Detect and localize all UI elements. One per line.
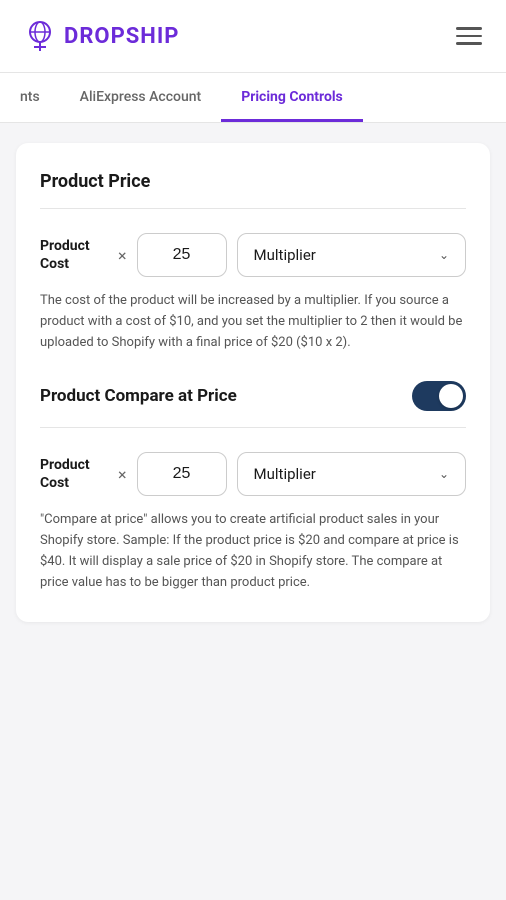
chevron-down-icon-1: ⌄ xyxy=(439,248,449,262)
product-cost-label-1: Product Cost xyxy=(40,237,108,273)
logo-icon xyxy=(20,16,60,56)
app-header: DROPSHIP xyxy=(0,0,506,73)
toggle-thumb xyxy=(439,384,463,408)
compare-price-row: Product Cost × Multiplier ⌄ xyxy=(40,452,466,496)
logo-text: DROPSHIP xyxy=(64,24,179,49)
product-cost-input-1[interactable] xyxy=(137,233,227,277)
multiply-icon-1: × xyxy=(118,246,127,265)
tabs-bar: nts AliExpress Account Pricing Controls xyxy=(0,73,506,123)
multiplier-dropdown-2[interactable]: Multiplier ⌄ xyxy=(237,452,466,496)
multiply-icon-2: × xyxy=(118,465,127,484)
logo: DROPSHIP xyxy=(20,16,179,56)
main-content: Product Price Product Cost × Multiplier … xyxy=(0,123,506,642)
multiplier-label-1: Multiplier xyxy=(254,246,316,264)
compare-cost-input[interactable] xyxy=(137,452,227,496)
compare-price-description: "Compare at price" allows you to create … xyxy=(40,510,466,593)
tab-payments[interactable]: nts xyxy=(0,73,60,122)
multiplier-label-2: Multiplier xyxy=(254,465,316,483)
multiplier-dropdown-1[interactable]: Multiplier ⌄ xyxy=(237,233,466,277)
pricing-card: Product Price Product Cost × Multiplier … xyxy=(16,143,490,622)
compare-price-header: Product Compare at Price xyxy=(40,381,466,411)
compare-price-toggle[interactable] xyxy=(412,381,466,411)
divider-1 xyxy=(40,208,466,209)
product-price-description: The cost of the product will be increase… xyxy=(40,291,466,353)
divider-2 xyxy=(40,427,466,428)
tab-pricing-controls[interactable]: Pricing Controls xyxy=(221,73,363,122)
toggle-track xyxy=(412,381,466,411)
tab-aliexpress[interactable]: AliExpress Account xyxy=(60,73,222,122)
logo-d: D xyxy=(64,24,79,49)
hamburger-menu[interactable] xyxy=(452,23,486,49)
compare-price-title: Product Compare at Price xyxy=(40,386,237,406)
hamburger-line-1 xyxy=(456,27,482,30)
product-price-title: Product Price xyxy=(40,171,466,192)
hamburger-line-3 xyxy=(456,42,482,45)
product-price-row: Product Cost × Multiplier ⌄ xyxy=(40,233,466,277)
hamburger-line-2 xyxy=(456,35,482,38)
chevron-down-icon-2: ⌄ xyxy=(439,467,449,481)
product-cost-label-2: Product Cost xyxy=(40,456,108,492)
